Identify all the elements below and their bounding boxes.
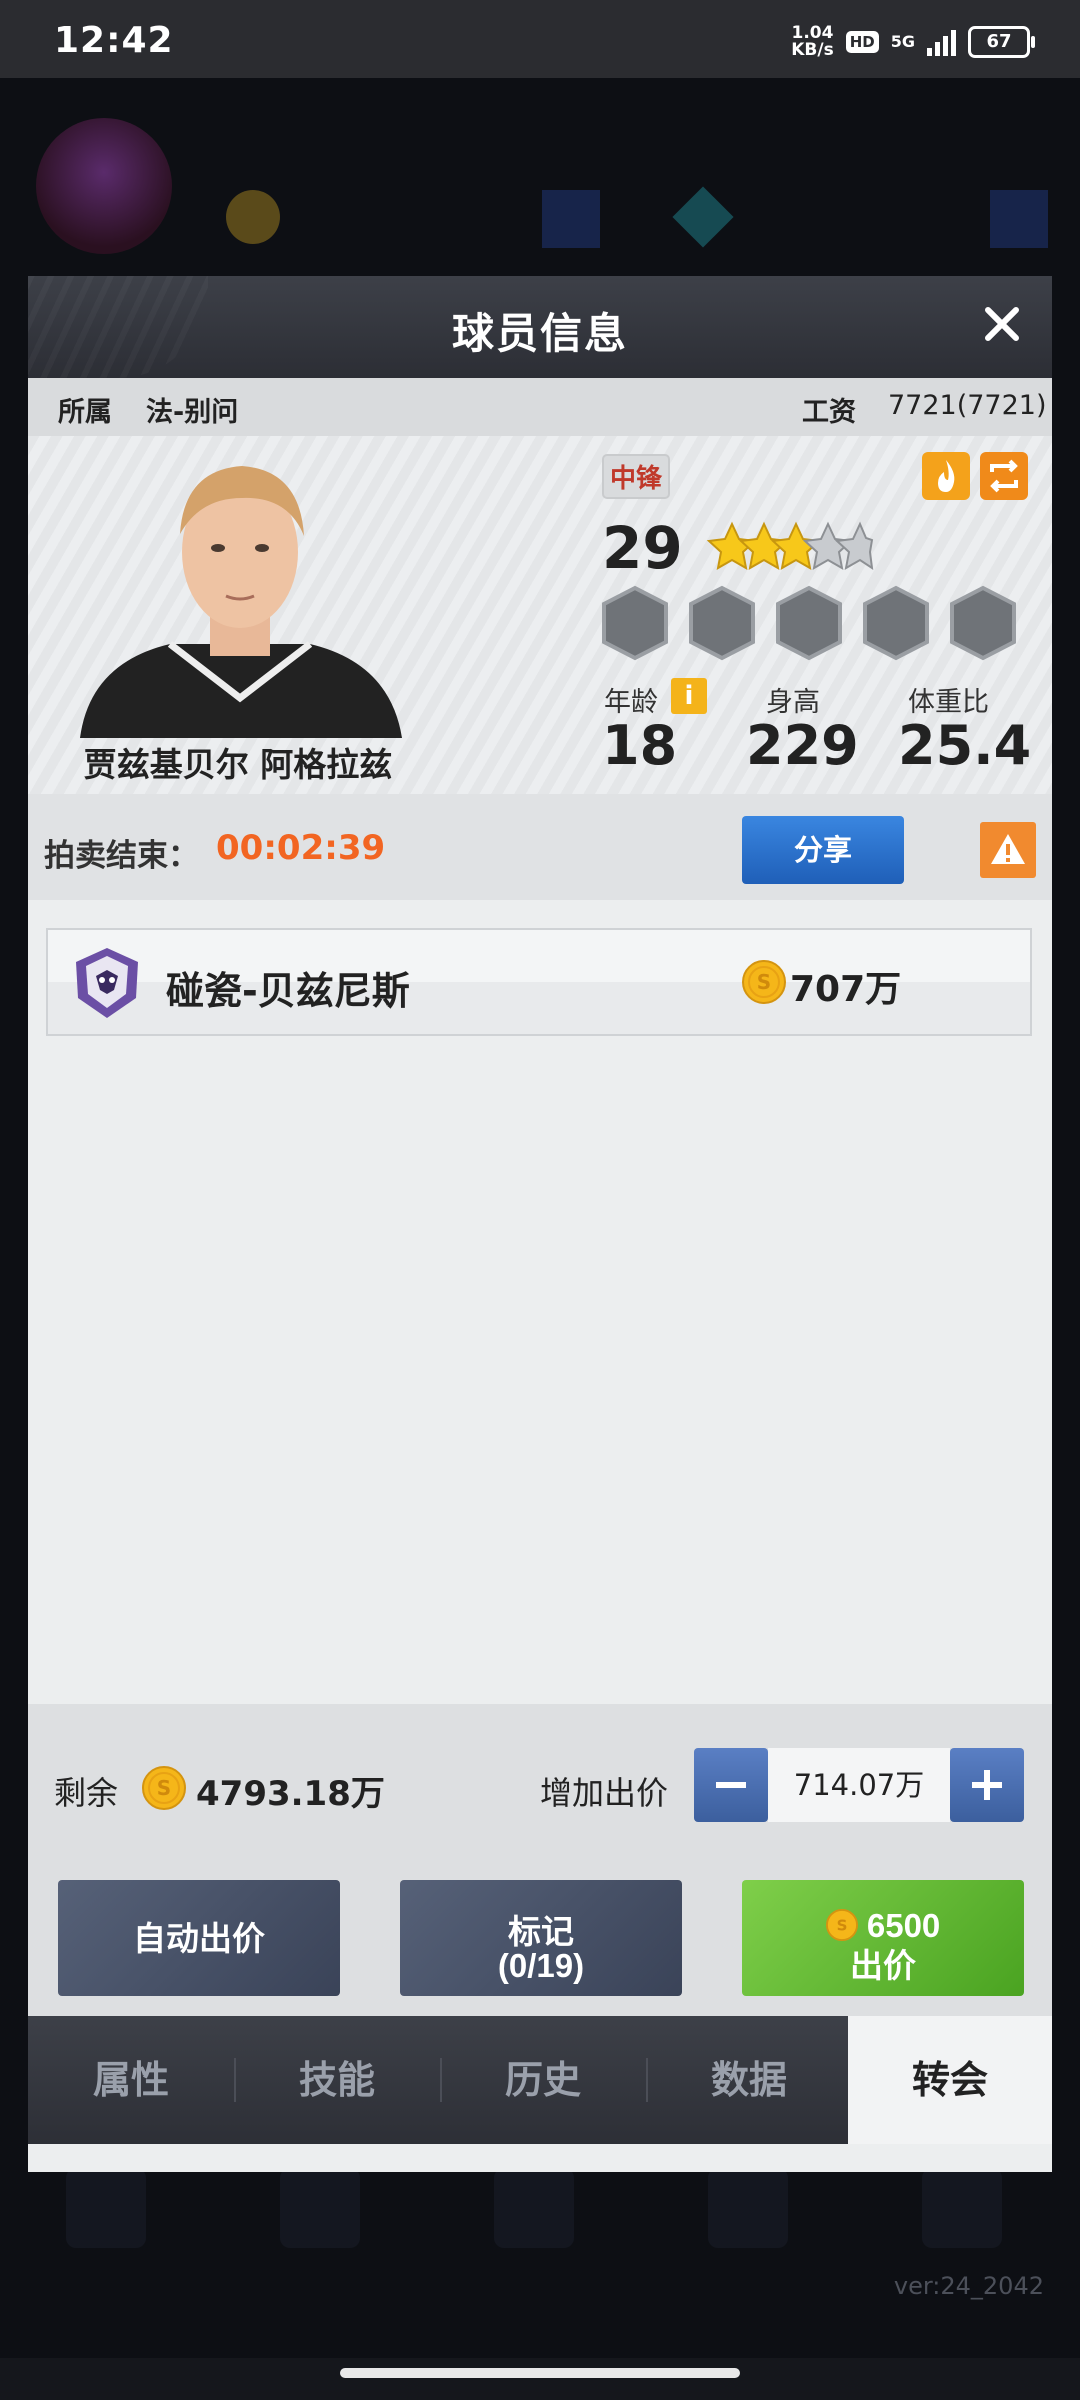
- version-label: ver:24_2042: [893, 2272, 1044, 2300]
- mark-label: 标记: [508, 1912, 574, 1950]
- star-icon: [706, 521, 874, 571]
- info-row: 所属 法-别问 工资 7721(7721): [28, 378, 1052, 436]
- remaining-value: 4793.18万: [196, 1774, 385, 1814]
- bidder-logo-icon: [76, 948, 138, 1018]
- team-avatar: [36, 118, 172, 254]
- warning-icon[interactable]: [980, 822, 1036, 878]
- hd-icon: HD: [845, 31, 879, 53]
- affiliation-value: 法-别问: [146, 397, 239, 428]
- player-info-modal: 球员信息 所属 法-别问 工资 7721(7721) 贾兹基贝尔 阿格拉兹 中锋: [28, 276, 1052, 2172]
- coin-icon: S: [142, 1766, 186, 1810]
- affiliation-label: 所属: [58, 397, 112, 428]
- decrease-bid-button[interactable]: [694, 1748, 768, 1822]
- player-card: 贾兹基贝尔 阿格拉兹 中锋 29 年龄 i 身高 体重比 18 229 25.4: [28, 436, 1052, 794]
- coin-icon: [226, 190, 280, 244]
- modal-header: 球员信息: [28, 276, 1052, 378]
- mark-button[interactable]: 标记 (0/19): [400, 1880, 682, 1996]
- svg-text:S: S: [757, 970, 771, 994]
- bid-panel: 剩余 S 4793.18万 增加出价 714.07万 自动出价 标记 (0/19…: [28, 1704, 1052, 2016]
- gem-icon: [672, 186, 734, 248]
- auction-bar: 拍卖结束： 00:02:39 分享: [28, 794, 1052, 900]
- svg-text:S: S: [157, 1776, 171, 1800]
- increase-bid-button[interactable]: [950, 1748, 1024, 1822]
- coin-icon: S: [825, 1908, 858, 1941]
- auction-timer: 00:02:39: [216, 828, 386, 868]
- player-portrait: [80, 466, 402, 738]
- auction-end-label: 拍卖结束：: [44, 838, 199, 874]
- net-speed-unit: KB/s: [791, 40, 834, 60]
- tab-transfer[interactable]: 转会: [848, 2016, 1052, 2144]
- close-icon[interactable]: [972, 294, 1032, 354]
- salary-label: 工资: [802, 397, 856, 428]
- bidder-name: 碰瓷-贝兹尼斯: [166, 969, 410, 1013]
- bid-amount: 707万: [790, 969, 902, 1010]
- status-time: 12:42: [54, 20, 174, 61]
- info-icon[interactable]: i: [671, 678, 707, 714]
- skill-slots: [602, 585, 1016, 661]
- auto-bid-button[interactable]: 自动出价: [58, 1880, 340, 1996]
- raise-amount-field[interactable]: 714.07万: [768, 1748, 950, 1822]
- status-icons: 1.04 KB/s HD 5G 67: [791, 22, 1035, 62]
- remaining-label: 剩余: [54, 1774, 119, 1812]
- coin-icon: S: [742, 960, 786, 1004]
- svg-text:S: S: [836, 1916, 847, 1934]
- age-value: 18: [602, 714, 678, 777]
- star-rating: [706, 521, 874, 571]
- background-nav: [0, 2168, 1080, 2358]
- tab-attributes[interactable]: 属性: [28, 2016, 234, 2144]
- signal-icon: [927, 28, 956, 56]
- bid-row[interactable]: 碰瓷-贝兹尼斯 S 707万: [46, 928, 1032, 1036]
- bid-price-row: S 6500: [748, 1906, 1018, 1946]
- position-badge: 中锋: [602, 454, 671, 499]
- add-coin-button: [542, 190, 600, 248]
- bid-label: 出价: [850, 1946, 916, 1984]
- raise-label: 增加出价: [540, 1774, 669, 1812]
- home-indicator[interactable]: [340, 2368, 740, 2378]
- bid-button[interactable]: S 6500 出价: [742, 1880, 1024, 1996]
- bid-list: 碰瓷-贝兹尼斯 S 707万: [28, 900, 1052, 1704]
- bid-price: 6500: [866, 1906, 941, 1944]
- mark-count: (0/19): [497, 1946, 585, 1984]
- battery-icon: 67: [968, 26, 1035, 58]
- tab-bar: 属性 技能 历史 数据 转会: [28, 2016, 1052, 2144]
- tab-data[interactable]: 数据: [646, 2016, 852, 2144]
- salary-value: 7721(7721): [888, 390, 1047, 421]
- net-speed: 1.04 KB/s: [791, 25, 833, 59]
- share-button[interactable]: 分享: [742, 816, 904, 884]
- player-rating: 29: [602, 514, 683, 582]
- minus-icon: [716, 1782, 746, 1788]
- add-gem-button: [990, 190, 1048, 248]
- player-name: 贾兹基贝尔 阿格拉兹: [83, 745, 393, 784]
- plus-icon: [972, 1770, 1002, 1800]
- network-type: 5G: [890, 32, 915, 51]
- swap-icon[interactable]: [980, 452, 1028, 500]
- fire-icon[interactable]: [922, 452, 970, 500]
- height-value: 229: [746, 714, 859, 777]
- weight-ratio-value: 25.4: [898, 714, 1032, 777]
- modal-title: 球员信息: [451, 309, 628, 358]
- tab-history[interactable]: 历史: [440, 2016, 646, 2144]
- status-bar: 12:42 1.04 KB/s HD 5G 67: [0, 0, 1080, 78]
- tab-skills[interactable]: 技能: [234, 2016, 440, 2144]
